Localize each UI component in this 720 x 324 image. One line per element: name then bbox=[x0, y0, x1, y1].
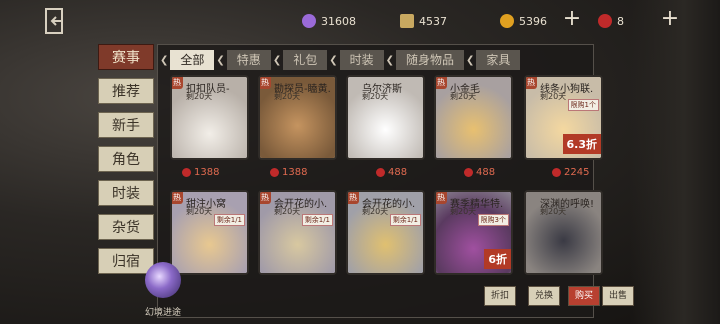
background-right-shade bbox=[630, 0, 720, 324]
resource-purple-value: 31608 bbox=[321, 14, 356, 28]
discount-badge: 6.3折 bbox=[562, 134, 601, 154]
sidebar-item-newbie[interactable]: 新手 bbox=[98, 112, 154, 138]
red-gem-icon bbox=[182, 167, 191, 177]
shop-card-7[interactable]: 热 会开花的小. 剩20天 剩余1/1 bbox=[346, 190, 425, 275]
card-remaining: 剩20天 bbox=[274, 92, 301, 101]
buy-button[interactable]: 购买 bbox=[568, 286, 600, 306]
card-price-4: 2245 bbox=[552, 165, 589, 179]
price-value: 488 bbox=[388, 166, 408, 178]
card-remaining: 剩20天 bbox=[540, 92, 567, 101]
hot-badge: 热 bbox=[436, 77, 447, 89]
card-remaining: 剩20天 bbox=[362, 92, 389, 101]
purple-gem-icon bbox=[302, 14, 316, 28]
card-remaining: 剩20天 bbox=[274, 207, 301, 216]
back-icon[interactable] bbox=[42, 6, 72, 36]
card-remaining: 剩20天 bbox=[362, 207, 389, 216]
tab-special[interactable]: 特惠 bbox=[226, 50, 271, 70]
price-value: 488 bbox=[476, 166, 496, 178]
add-red-button[interactable]: + bbox=[660, 8, 680, 30]
sidebar-item-costume[interactable]: 时装 bbox=[98, 180, 154, 206]
hot-badge: 热 bbox=[348, 192, 359, 204]
stock-tag: 剩余1/1 bbox=[301, 214, 333, 226]
discount-badge: 6折 bbox=[484, 249, 511, 269]
sidebar-item-misc[interactable]: 杂货 bbox=[98, 214, 154, 240]
discount-button[interactable]: 折扣 bbox=[484, 286, 516, 306]
card-remaining: 剩20天 bbox=[186, 92, 213, 101]
dreamland-orb-icon[interactable] bbox=[145, 262, 181, 298]
shop-card-4[interactable]: 热 线条小狗联. 剩20天 限购1个 6.3折 bbox=[524, 75, 603, 160]
red-gem-icon bbox=[464, 167, 473, 177]
sell-button[interactable]: 出售 bbox=[602, 286, 634, 306]
hot-badge: 热 bbox=[436, 192, 447, 204]
red-gem-icon bbox=[270, 167, 279, 177]
card-remaining: 剩20天 bbox=[186, 207, 213, 216]
price-value: 1388 bbox=[282, 166, 308, 178]
tab-bundle[interactable]: 礼包 bbox=[283, 50, 328, 70]
hot-badge: 热 bbox=[260, 192, 271, 204]
red-gem-icon bbox=[376, 167, 385, 177]
shop-card-0[interactable]: 热 扣扣队员- 剩20天 bbox=[170, 75, 249, 160]
shop-card-3[interactable]: 热 小金毛 剩20天 bbox=[434, 75, 513, 160]
card-remaining: 剩20天 bbox=[450, 207, 477, 216]
resource-purple: 31608 bbox=[302, 12, 356, 30]
resource-red: 8 bbox=[598, 12, 624, 30]
resource-puzzle: 4537 bbox=[400, 12, 447, 30]
tab-all[interactable]: 全部 bbox=[170, 50, 215, 70]
hot-badge: 热 bbox=[172, 77, 183, 89]
tab-accessory[interactable]: 随身物品 bbox=[396, 50, 465, 70]
shop-card-5[interactable]: 热 甜注小窝 剩20天 剩余1/1 bbox=[170, 190, 249, 275]
purchase-limit-tag: 限购3个 bbox=[477, 214, 509, 226]
hot-badge: 热 bbox=[526, 77, 537, 89]
resource-coin-value: 5396 bbox=[519, 14, 547, 28]
resource-puzzle-value: 4537 bbox=[419, 14, 447, 28]
price-value: 2245 bbox=[564, 166, 590, 178]
tab-furniture[interactable]: 家具 bbox=[476, 50, 521, 70]
shop-card-2[interactable]: 乌尔济斯 剩20天 bbox=[346, 75, 425, 160]
tab-costume[interactable]: 时装 bbox=[339, 50, 384, 70]
category-sidebar: 赛事 推荐 新手 角色 时装 杂货 归宿 bbox=[98, 44, 156, 282]
coin-icon bbox=[500, 14, 514, 28]
hot-badge: 热 bbox=[260, 77, 271, 89]
resource-coin: 5396 bbox=[500, 12, 547, 30]
orb-label: 幻境进途 bbox=[145, 308, 182, 318]
shop-card-6[interactable]: 热 会开花的小. 剩20天 剩余1/1 bbox=[258, 190, 337, 275]
shop-card-9[interactable]: 深渊的呼唤! 剩20天 bbox=[524, 190, 603, 275]
tab-bar: ❮ 全部 ❮ 特惠 ❮ 礼包 ❮ 时装 ❮ 随身物品 ❮ 家具 bbox=[160, 49, 522, 71]
sidebar-item-event[interactable]: 赛事 bbox=[98, 44, 154, 70]
card-remaining: 剩20天 bbox=[540, 207, 567, 216]
top-bar: 31608 4537 5396 + 8 + bbox=[0, 0, 720, 42]
hot-badge: 热 bbox=[172, 192, 183, 204]
stock-tag: 剩余1/1 bbox=[213, 214, 245, 226]
stock-tag: 剩余1/1 bbox=[389, 214, 421, 226]
add-coin-button[interactable]: + bbox=[562, 8, 582, 30]
sidebar-item-recommend[interactable]: 推荐 bbox=[98, 78, 154, 104]
resource-red-value: 8 bbox=[617, 14, 624, 28]
sidebar-item-character[interactable]: 角色 bbox=[98, 146, 154, 172]
shop-card-1[interactable]: 热 勘探员-瞌黄. 剩20天 bbox=[258, 75, 337, 160]
sidebar-item-home[interactable]: 归宿 bbox=[98, 248, 154, 274]
shop-card-8[interactable]: 热 赛季精华特. 剩20天 限购3个 6折 bbox=[434, 190, 513, 275]
purchase-limit-tag: 限购1个 bbox=[567, 99, 599, 111]
puzzle-icon bbox=[400, 14, 414, 28]
price-value: 1388 bbox=[194, 166, 220, 178]
card-remaining: 剩20天 bbox=[450, 92, 477, 101]
card-price-0: 1388 bbox=[182, 165, 219, 179]
exchange-button[interactable]: 兑换 bbox=[528, 286, 560, 306]
card-price-3: 488 bbox=[464, 165, 495, 179]
red-gem-icon bbox=[598, 14, 612, 28]
card-price-2: 488 bbox=[376, 165, 407, 179]
red-gem-icon bbox=[552, 167, 561, 177]
card-price-1: 1388 bbox=[270, 165, 307, 179]
